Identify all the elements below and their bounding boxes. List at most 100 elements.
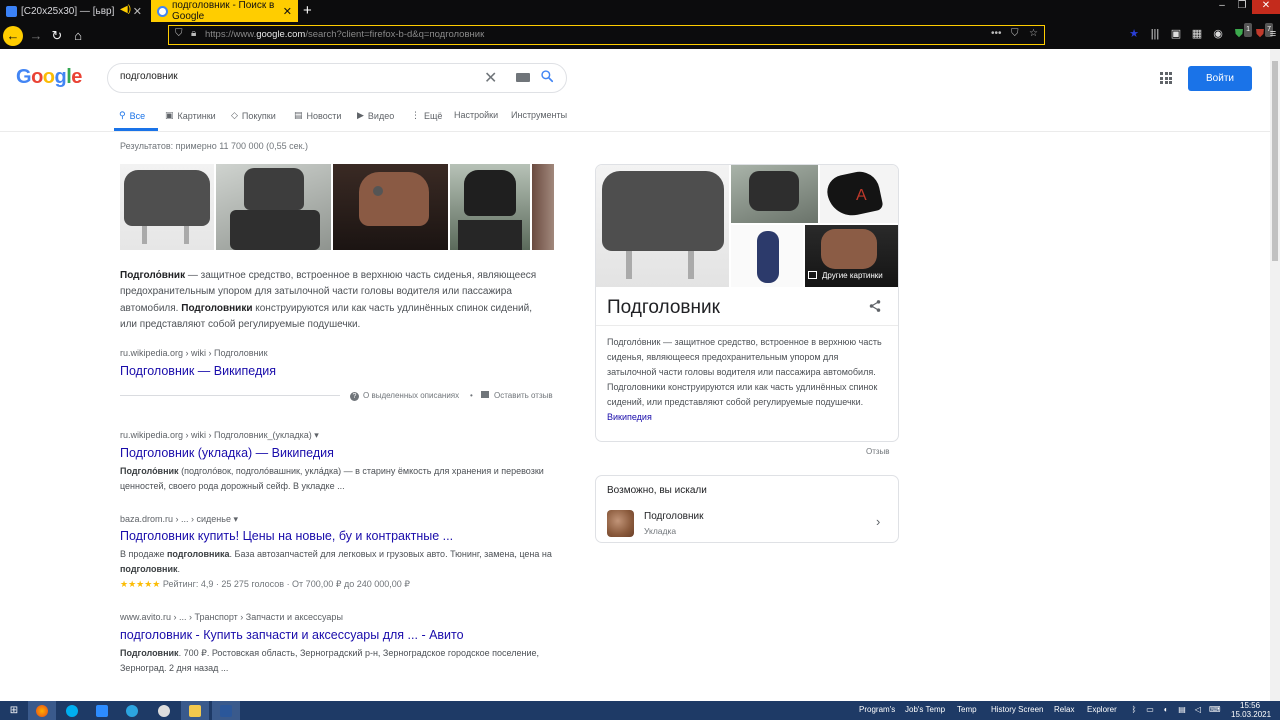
result-title-link[interactable]: Подголовник — Википедия	[120, 364, 276, 378]
pas-thumbnail[interactable]	[607, 510, 634, 537]
network-icon[interactable]: ▤	[1177, 705, 1187, 715]
sidebar-icon[interactable]: ▣	[1169, 27, 1183, 41]
more-images-button[interactable]: Другие картинки	[808, 265, 883, 285]
search-box[interactable]: ✕	[107, 63, 567, 93]
kp-image[interactable]	[731, 165, 818, 223]
share-icon[interactable]	[868, 299, 882, 313]
news-icon: ▤	[294, 110, 303, 120]
headrest-image[interactable]	[532, 164, 554, 250]
cite-dropdown-icon[interactable]: ▾	[314, 430, 319, 440]
kp-image[interactable]: A	[820, 165, 898, 223]
taskbar-app[interactable]	[88, 701, 116, 720]
taskbar-explorer[interactable]	[181, 701, 209, 720]
minimize-icon[interactable]: –	[1212, 0, 1232, 14]
taskbar-telegram[interactable]	[118, 701, 146, 720]
telegram-icon	[126, 704, 138, 717]
headrest-image[interactable]	[450, 164, 530, 250]
taskbar-app[interactable]	[150, 701, 178, 720]
start-button[interactable]: ⊞	[0, 701, 28, 720]
extension-icon[interactable]: ★	[1127, 27, 1141, 41]
volume-icon[interactable]: ◁	[1193, 705, 1203, 715]
toolbar-explorer[interactable]: Explorer	[1087, 705, 1117, 714]
browser-tab-bar: [C20x25x30] — [ьвр] ◀) ✕ подголовник - П…	[0, 0, 1280, 22]
result-title-link[interactable]: подголовник - Купить запчасти и аксессуа…	[120, 628, 464, 642]
tab-all[interactable]: ⚲ Все	[119, 110, 145, 121]
headrest-image[interactable]	[333, 164, 448, 250]
browser-tab[interactable]: [C20x25x30] — [ьвр] ◀) ✕	[0, 0, 148, 22]
google-logo[interactable]: Google	[16, 66, 82, 89]
tab-images[interactable]: ▣ Картинки	[165, 110, 216, 121]
scrollbar-thumb[interactable]	[1272, 61, 1278, 261]
menu-icon[interactable]: ≡	[1266, 27, 1280, 41]
taskbar-word[interactable]	[212, 701, 240, 720]
account-icon[interactable]: ◉	[1211, 27, 1225, 41]
taskbar-skype[interactable]	[58, 701, 86, 720]
tab-news[interactable]: ▤ Новости	[294, 110, 341, 121]
headrest-image[interactable]	[216, 164, 331, 250]
tab-video[interactable]: ▶ Видео	[357, 110, 394, 121]
keyboard-icon[interactable]	[516, 73, 530, 82]
sign-in-button[interactable]: Войти	[1188, 66, 1252, 91]
tab-tools[interactable]: Инструменты	[511, 110, 567, 120]
cite-dropdown-icon[interactable]: ▾	[234, 514, 239, 524]
headrest-image[interactable]	[120, 164, 214, 250]
pocket-icon[interactable]: ⛉	[1011, 28, 1019, 39]
ublock-icon[interactable]: ⛊ 7	[1253, 23, 1273, 41]
back-arrow-icon[interactable]: ←	[3, 26, 23, 46]
result-title-link[interactable]: Подголовник купить! Цены на новые, бу и …	[120, 529, 453, 543]
page-actions-icon[interactable]: •••	[991, 28, 1002, 39]
taskbar-firefox[interactable]	[28, 701, 56, 720]
forward-arrow-icon[interactable]: →	[26, 26, 46, 46]
feedback-icon	[481, 391, 489, 398]
kp-source-link[interactable]: Википедия	[607, 412, 652, 422]
folder-icon	[189, 704, 201, 717]
toolbar-programs[interactable]: Program's	[859, 705, 895, 714]
restore-icon[interactable]: ❐	[1232, 0, 1252, 14]
toolbar-jobs-temp[interactable]: Job's Temp	[905, 705, 945, 714]
toolbar-history-screen[interactable]: History Screen	[991, 705, 1043, 714]
lock-icon[interactable]: 🔒︎	[191, 28, 196, 39]
result-title-link[interactable]: Подголовник (укладка) — Википедия	[120, 446, 334, 460]
toolbar-temp[interactable]: Temp	[957, 705, 977, 714]
tab-label: Все	[129, 110, 146, 121]
clear-icon[interactable]: ✕	[484, 68, 497, 88]
reload-icon[interactable]: ↻	[47, 26, 67, 46]
kp-main-image[interactable]	[596, 165, 729, 287]
home-icon[interactable]: ⌂	[68, 26, 88, 46]
tab-audio-icon[interactable]: ◀)	[120, 4, 131, 15]
clock-date[interactable]: 15.03.2021	[1231, 710, 1271, 719]
shield-icon[interactable]: ⛉	[175, 28, 183, 39]
tab-more[interactable]: ⋮ Ещё	[411, 110, 442, 121]
url-bar[interactable]: ⛉ 🔒︎ https://www.google.com/search?clien…	[168, 25, 1045, 45]
apps-grid-icon[interactable]	[1160, 72, 1172, 84]
pas-item-name[interactable]: Подголовник	[644, 511, 703, 522]
bookmark-star-icon[interactable]: ☆	[1029, 28, 1038, 39]
page-scrollbar[interactable]	[1270, 49, 1280, 701]
tray-app-icon[interactable]: ▭	[1145, 705, 1155, 715]
url-text[interactable]: https://www.google.com/search?client=fir…	[205, 29, 484, 40]
reader-icon[interactable]: ▦	[1190, 27, 1204, 41]
image-icon	[808, 271, 817, 279]
close-window-icon[interactable]: ✕	[1252, 0, 1280, 14]
search-icon[interactable]	[540, 69, 554, 83]
addon-shield-icon[interactable]: ⛊ 1	[1232, 23, 1252, 41]
tab-shopping[interactable]: ◇ Покупки	[231, 110, 276, 121]
toolbar-relax[interactable]: Relax	[1054, 705, 1074, 714]
feedback-link[interactable]: Оставить отзыв	[481, 391, 553, 400]
new-tab-icon[interactable]: +	[303, 2, 312, 19]
about-snippets-link[interactable]: ? О выделенных описаниях	[350, 391, 459, 401]
library-icon[interactable]: |||	[1148, 27, 1162, 41]
kp-image[interactable]	[731, 225, 803, 287]
chevron-right-icon[interactable]: ›	[876, 514, 880, 529]
kp-feedback-link[interactable]: Отзыв	[866, 447, 890, 456]
clock-time[interactable]: 15:56	[1240, 701, 1260, 710]
bluetooth-icon[interactable]: ᛒ	[1129, 705, 1139, 715]
browser-tab-active[interactable]: подголовник - Поиск в Google ✕	[151, 0, 298, 22]
keyboard-layout-icon[interactable]: ⌨	[1209, 705, 1221, 715]
tab-close-icon[interactable]: ✕	[133, 5, 142, 18]
result-cite: ru.wikipedia.org › wiki › Подголовник_(у…	[120, 430, 319, 440]
tray-app-icon[interactable]: ◐	[1161, 705, 1171, 715]
search-input[interactable]	[120, 71, 460, 82]
tab-close-icon[interactable]: ✕	[283, 5, 292, 18]
tab-settings[interactable]: Настройки	[454, 110, 498, 120]
